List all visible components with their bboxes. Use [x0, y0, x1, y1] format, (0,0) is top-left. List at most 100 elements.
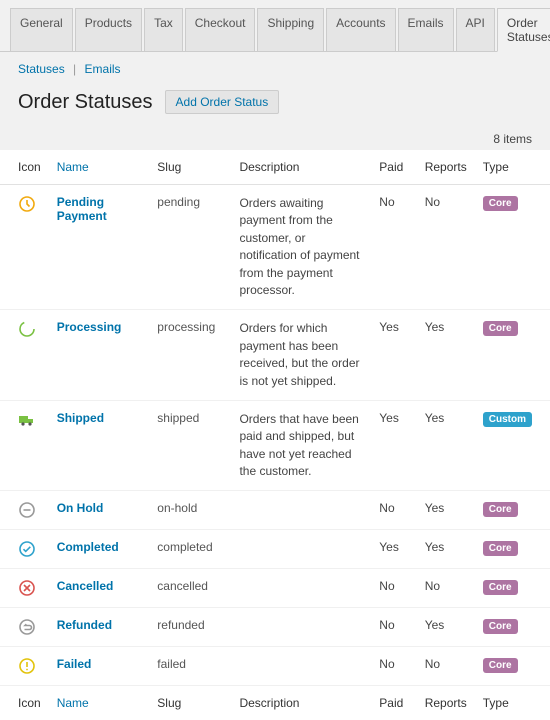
type-badge: Core	[483, 619, 518, 634]
col-paid-foot: Paid	[371, 686, 416, 720]
type-badge: Core	[483, 196, 518, 211]
order-statuses-table: Icon Name Slug Description Paid Reports …	[0, 150, 550, 720]
status-reports: No	[417, 647, 475, 686]
status-slug: shipped	[149, 400, 231, 491]
col-reports-foot: Reports	[417, 686, 475, 720]
type-badge: Core	[483, 502, 518, 517]
status-slug: pending	[149, 185, 231, 310]
tab-general[interactable]: General	[10, 8, 73, 51]
tab-products[interactable]: Products	[75, 8, 142, 51]
table-row: Failed failed NoNo Core	[0, 647, 550, 686]
status-description	[231, 569, 371, 608]
status-name-link[interactable]: Failed	[57, 657, 92, 671]
status-reports: Yes	[417, 530, 475, 569]
table-row: Completed completed YesYes Core	[0, 530, 550, 569]
status-slug: refunded	[149, 608, 231, 647]
alert-icon	[18, 657, 36, 675]
status-slug: cancelled	[149, 569, 231, 608]
table-body: Pending Payment pendingOrders awaiting pa…	[0, 185, 550, 686]
status-name-link[interactable]: Cancelled	[57, 579, 114, 593]
status-paid: Yes	[371, 400, 416, 491]
status-name-link[interactable]: Shipped	[57, 411, 104, 425]
type-badge: Core	[483, 541, 518, 556]
col-description: Description	[231, 150, 371, 185]
status-slug: failed	[149, 647, 231, 686]
status-reports: Yes	[417, 491, 475, 530]
col-name-foot[interactable]: Name	[49, 686, 150, 720]
table-row: Shipped shippedOrders that have been paid…	[0, 400, 550, 491]
minus-circle-icon	[18, 501, 36, 519]
table-footer-row: Icon Name Slug Description Paid Reports …	[0, 686, 550, 720]
col-description-foot: Description	[231, 686, 371, 720]
status-name-link[interactable]: Pending Payment	[57, 195, 107, 223]
add-order-status-button[interactable]: Add Order Status	[165, 90, 280, 114]
tab-checkout[interactable]: Checkout	[185, 8, 256, 51]
status-slug: processing	[149, 310, 231, 401]
status-paid: No	[371, 647, 416, 686]
item-count: 8 items	[0, 128, 550, 150]
status-description	[231, 608, 371, 647]
status-slug: on-hold	[149, 491, 231, 530]
col-name[interactable]: Name	[49, 150, 150, 185]
type-badge: Custom	[483, 412, 532, 427]
settings-tabs: GeneralProductsTaxCheckoutShippingAccoun…	[0, 0, 550, 52]
status-paid: No	[371, 185, 416, 310]
status-description: Orders that have been paid and shipped, …	[231, 400, 371, 491]
col-icon: Icon	[0, 150, 49, 185]
status-slug: completed	[149, 530, 231, 569]
col-type-foot: Type	[475, 686, 550, 720]
status-reports: Yes	[417, 310, 475, 401]
col-slug: Slug	[149, 150, 231, 185]
status-name-link[interactable]: Processing	[57, 320, 122, 334]
subnav-separator: |	[73, 62, 76, 76]
truck-icon	[18, 411, 36, 429]
status-reports: No	[417, 569, 475, 608]
status-paid: Yes	[371, 310, 416, 401]
status-description: Orders for which payment has been receiv…	[231, 310, 371, 401]
tab-order-statuses[interactable]: Order Statuses	[497, 8, 550, 52]
status-description	[231, 647, 371, 686]
table-row: Pending Payment pendingOrders awaiting pa…	[0, 185, 550, 310]
col-type: Type	[475, 150, 550, 185]
clock-icon	[18, 195, 36, 213]
status-reports: No	[417, 185, 475, 310]
tab-tax[interactable]: Tax	[144, 8, 183, 51]
status-name-link[interactable]: Refunded	[57, 618, 112, 632]
tab-shipping[interactable]: Shipping	[257, 8, 324, 51]
refund-icon	[18, 618, 36, 636]
status-reports: Yes	[417, 608, 475, 647]
col-paid: Paid	[371, 150, 416, 185]
status-paid: Yes	[371, 530, 416, 569]
type-badge: Core	[483, 321, 518, 336]
table-row: Cancelled cancelled NoNo Core	[0, 569, 550, 608]
status-name-link[interactable]: On Hold	[57, 501, 104, 515]
col-reports: Reports	[417, 150, 475, 185]
x-circle-icon	[18, 579, 36, 597]
subnav-statuses[interactable]: Statuses	[18, 62, 65, 76]
spinner-icon	[18, 320, 36, 338]
status-reports: Yes	[417, 400, 475, 491]
tab-accounts[interactable]: Accounts	[326, 8, 395, 51]
page-title: Order Statuses	[18, 91, 153, 114]
status-description	[231, 530, 371, 569]
type-badge: Core	[483, 580, 518, 595]
status-paid: No	[371, 608, 416, 647]
check-circle-icon	[18, 540, 36, 558]
table-row: On Hold on-hold NoYes Core	[0, 491, 550, 530]
status-name-link[interactable]: Completed	[57, 540, 119, 554]
subnav-emails[interactable]: Emails	[85, 62, 121, 76]
table-row: Refunded refunded NoYes Core	[0, 608, 550, 647]
status-description	[231, 491, 371, 530]
page-header: Order Statuses Add Order Status	[0, 86, 550, 128]
tab-api[interactable]: API	[456, 8, 495, 51]
table-header-row: Icon Name Slug Description Paid Reports …	[0, 150, 550, 185]
status-paid: No	[371, 491, 416, 530]
table-row: Processing processingOrders for which pay…	[0, 310, 550, 401]
subnav: Statuses | Emails	[0, 52, 550, 86]
tab-emails[interactable]: Emails	[398, 8, 454, 51]
status-description: Orders awaiting payment from the custome…	[231, 185, 371, 310]
status-paid: No	[371, 569, 416, 608]
col-slug-foot: Slug	[149, 686, 231, 720]
col-icon-foot: Icon	[0, 686, 49, 720]
type-badge: Core	[483, 658, 518, 673]
